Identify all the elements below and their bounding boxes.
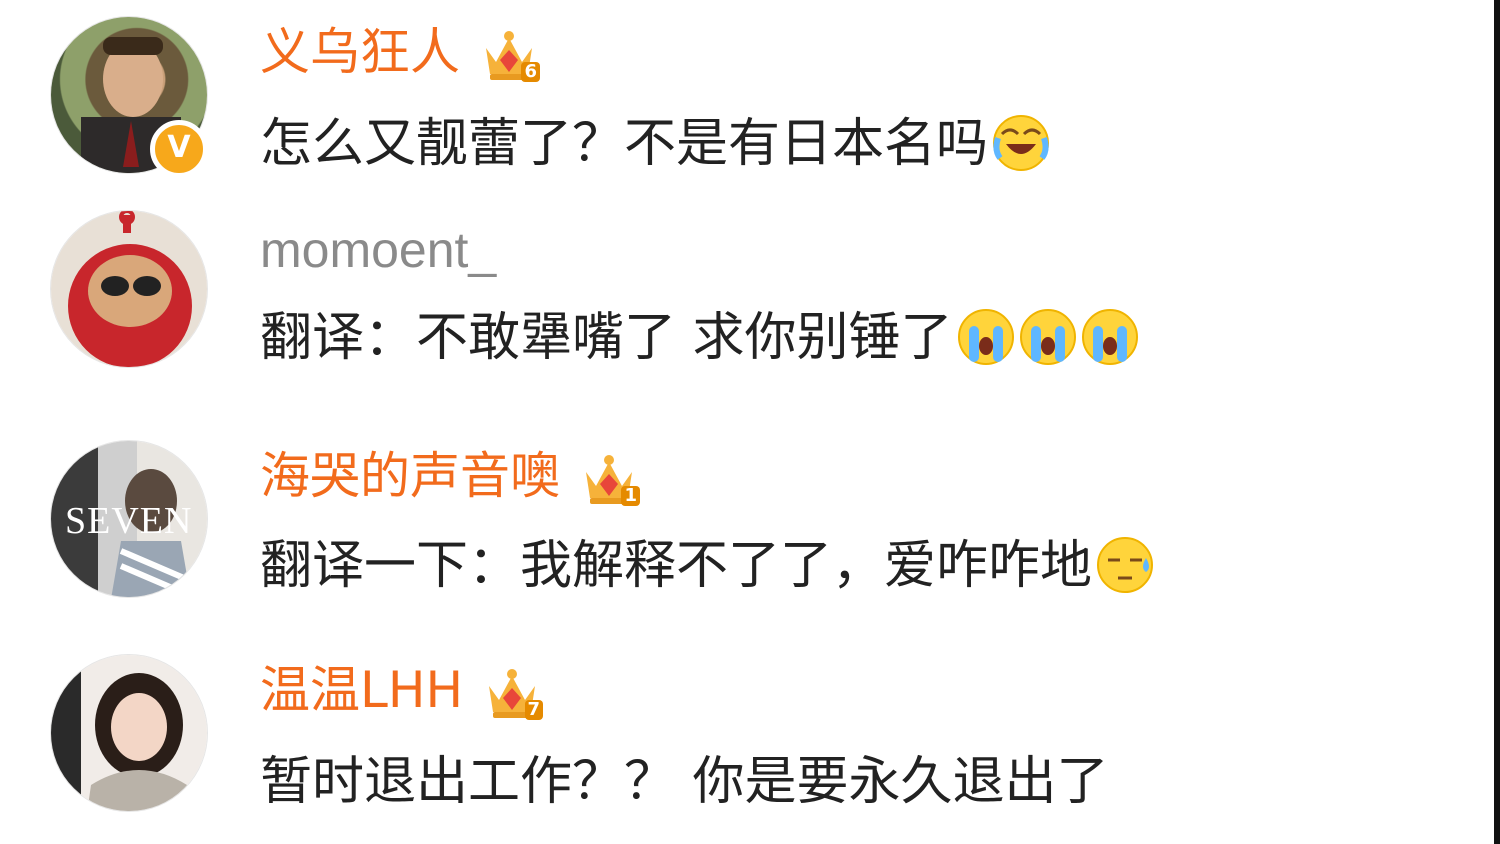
comment-body: 暂时退出工作？？ 你是要永久退出了 xyxy=(260,752,1109,812)
comment-text: 翻译：不敢犟嘴了 求你别锤了 xyxy=(260,306,1139,370)
username[interactable]: 温温LHH 7 xyxy=(260,660,544,722)
username[interactable]: 海哭的声音噢 1 xyxy=(260,446,640,508)
username[interactable]: momoent_ xyxy=(260,220,496,280)
username-label: 海哭的声音噢 xyxy=(260,447,560,505)
avatar[interactable] xyxy=(50,210,208,368)
verified-badge: V xyxy=(150,120,208,178)
comment-text: 怎么又靓蕾了？不是有日本名吗 xyxy=(260,112,1050,176)
username-label: 温温LHH xyxy=(260,661,464,719)
vip-level: 6 xyxy=(521,61,540,82)
vip-crown-icon: 6 xyxy=(480,28,540,84)
comment-body: 翻译：不敢犟嘴了 求你别锤了 xyxy=(260,308,953,368)
laugh-cry-emoji-icon xyxy=(992,114,1050,172)
vip-level: 1 xyxy=(621,485,640,506)
username-label: 义乌狂人 xyxy=(260,23,460,81)
crying-emoji-icon xyxy=(1081,308,1139,366)
vip-level: 7 xyxy=(524,699,544,720)
screen-edge xyxy=(1494,0,1500,844)
username-label: momoent_ xyxy=(260,222,497,278)
vip-crown-icon: 1 xyxy=(580,452,640,508)
comment-body: 翻译一下：我解释不了了，爱咋咋地 xyxy=(260,536,1093,596)
avatar[interactable] xyxy=(50,654,208,812)
sweat-emoji-icon xyxy=(1096,536,1154,594)
avatar-text: SEVEN xyxy=(65,500,193,542)
crying-emoji-icon xyxy=(957,308,1015,366)
vip-crown-icon: 7 xyxy=(483,666,544,722)
avatar[interactable]: SEVEN xyxy=(50,440,208,598)
comment-text: 暂时退出工作？？ 你是要永久退出了 xyxy=(260,750,1109,814)
comment-text: 翻译一下：我解释不了了，爱咋咋地 xyxy=(260,534,1154,598)
crying-emoji-icon xyxy=(1019,308,1077,366)
comment-body: 怎么又靓蕾了？不是有日本名吗 xyxy=(260,114,989,174)
username[interactable]: 义乌狂人 6 xyxy=(260,22,540,84)
